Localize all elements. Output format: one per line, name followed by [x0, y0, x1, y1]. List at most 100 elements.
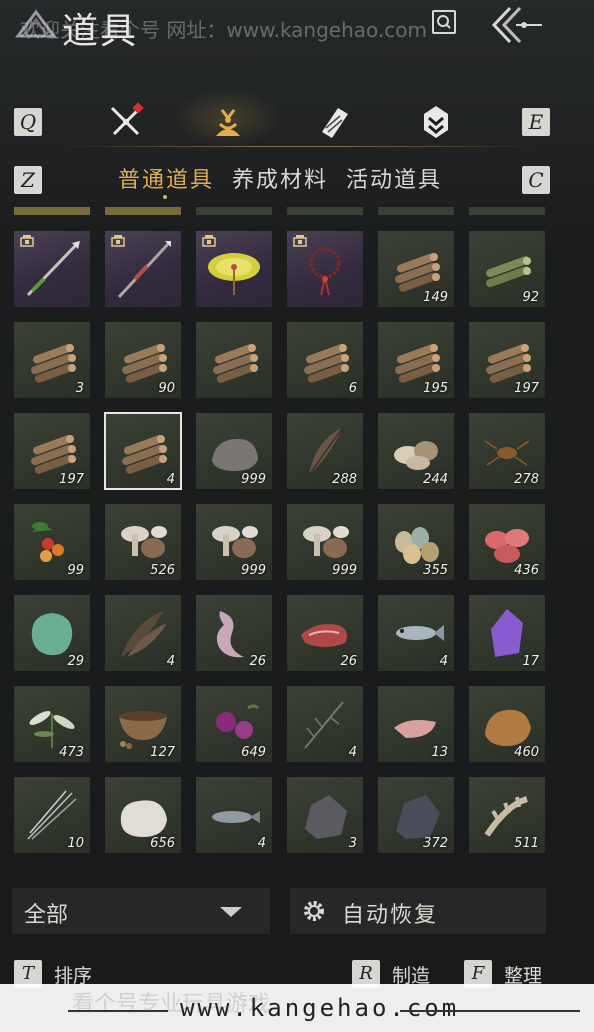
fish-icon	[396, 625, 444, 641]
item-slot[interactable]: 649	[196, 686, 272, 762]
logs-icon	[213, 343, 258, 383]
ore-icon	[305, 795, 347, 839]
item-slot[interactable]: 195	[378, 322, 454, 398]
search-icon[interactable]	[432, 10, 456, 34]
partial-slot	[287, 207, 363, 215]
item-slot[interactable]: 127	[105, 686, 181, 762]
item-slot[interactable]: 4	[105, 595, 181, 671]
item-quantity: 4	[439, 654, 448, 669]
item-quantity: 127	[150, 745, 175, 760]
subtab-growth-materials[interactable]: 养成材料	[232, 162, 328, 194]
item-slot[interactable]: 372	[378, 777, 454, 853]
weapons-icon[interactable]	[106, 102, 146, 142]
item-quantity: 436	[514, 563, 539, 578]
item-quantity: 511	[514, 836, 539, 851]
item-quantity: 6	[348, 381, 357, 396]
item-quantity: 278	[514, 472, 539, 487]
item-slot[interactable]: 999	[287, 504, 363, 580]
small-fish-icon	[212, 811, 260, 823]
watermark-footer: 看个号专业玩具游戏 www.kangehao.com	[0, 984, 594, 1032]
item-slot[interactable]: 3	[287, 777, 363, 853]
item-slot[interactable]: 999	[196, 504, 272, 580]
item-quantity: 197	[59, 472, 84, 487]
item-quantity: 26	[249, 654, 266, 669]
tab-divider	[60, 146, 538, 147]
item-slot[interactable]: 4	[378, 595, 454, 671]
item-quantity: 4	[166, 472, 175, 487]
item-quantity: 355	[423, 563, 448, 578]
item-quantity: 473	[59, 745, 84, 760]
prayer-beads-icon	[309, 247, 341, 296]
next-category-key[interactable]: E	[522, 108, 550, 136]
item-slot[interactable]: 460	[469, 686, 545, 762]
long-spear-icon	[117, 241, 171, 299]
gem-icon[interactable]	[416, 102, 456, 142]
item-slot[interactable]	[14, 231, 90, 307]
item-slot[interactable]: 526	[105, 504, 181, 580]
item-quantity: 460	[514, 745, 539, 760]
item-slot[interactable]: 197	[14, 413, 90, 489]
item-slot[interactable]: 278	[469, 413, 545, 489]
subtab-common-items[interactable]: 普通道具	[118, 162, 214, 194]
item-slot[interactable]: 4	[196, 777, 272, 853]
item-slot[interactable]: 29	[14, 595, 90, 671]
item-slot[interactable]: 3	[14, 322, 90, 398]
item-slot[interactable]: 149	[378, 231, 454, 307]
item-quantity: 244	[423, 472, 448, 487]
item-quantity: 656	[150, 836, 175, 851]
item-slot[interactable]	[287, 231, 363, 307]
subtab-event-items[interactable]: 活动道具	[346, 162, 442, 194]
logs-icon	[122, 434, 167, 474]
item-quantity: 4	[257, 836, 266, 851]
item-slot[interactable]: 90	[105, 322, 181, 398]
logs-icon	[31, 343, 76, 383]
item-slot[interactable]: 13	[378, 686, 454, 762]
item-quantity: 92	[522, 290, 539, 305]
item-slot[interactable]: 6	[287, 322, 363, 398]
item-slot[interactable]: 99	[14, 504, 90, 580]
partial-slot	[196, 207, 272, 215]
item-quantity: 999	[241, 563, 266, 578]
item-slot[interactable]: 999	[196, 413, 272, 489]
item-slot[interactable]: 92	[469, 231, 545, 307]
feathers-icon	[121, 611, 167, 657]
item-slot[interactable]	[196, 322, 272, 398]
back-arrow-icon[interactable]	[486, 2, 546, 48]
item-slot[interactable]: 10	[14, 777, 90, 853]
filter-label: 全部	[24, 903, 69, 928]
item-slot[interactable]: 244	[378, 413, 454, 489]
items-pouch-icon[interactable]	[208, 102, 248, 142]
item-slot[interactable]: 656	[105, 777, 181, 853]
item-slot[interactable]: 4	[104, 412, 182, 490]
next-subtab-key[interactable]: C	[522, 166, 550, 194]
partial-slot	[105, 207, 181, 215]
gear-icon	[304, 901, 324, 921]
item-slot[interactable]: 17	[469, 595, 545, 671]
filter-dropdown[interactable]: 全部	[12, 888, 270, 934]
chevron-down-icon	[220, 907, 242, 917]
prev-category-key[interactable]: Q	[14, 108, 42, 136]
item-quantity: 649	[241, 745, 266, 760]
item-slot[interactable]: 473	[14, 686, 90, 762]
item-slot[interactable]: 511	[469, 777, 545, 853]
item-slot[interactable]: 436	[469, 504, 545, 580]
item-slot[interactable]: 197	[469, 322, 545, 398]
item-slot[interactable]: 26	[287, 595, 363, 671]
item-slot[interactable]: 355	[378, 504, 454, 580]
grass-icon	[304, 701, 344, 749]
item-quantity: 197	[514, 381, 539, 396]
prev-subtab-key[interactable]: Z	[14, 166, 42, 194]
item-quantity: 29	[67, 654, 84, 669]
spear-icon	[26, 241, 80, 297]
auto-restore-button[interactable]: 自动恢复	[290, 888, 546, 934]
item-slot[interactable]: 4	[287, 686, 363, 762]
item-slot[interactable]	[196, 231, 272, 307]
item-slot[interactable]	[105, 231, 181, 307]
item-quantity: 195	[423, 381, 448, 396]
header: 欢迎关注看个号 网址：www.kangehao.com 道具	[0, 0, 594, 52]
item-slot[interactable]: 288	[287, 413, 363, 489]
equipped-badge-icon	[111, 235, 125, 247]
item-slot[interactable]: 26	[196, 595, 272, 671]
scroll-icon[interactable]	[314, 102, 354, 142]
footer-divider	[400, 1010, 580, 1012]
